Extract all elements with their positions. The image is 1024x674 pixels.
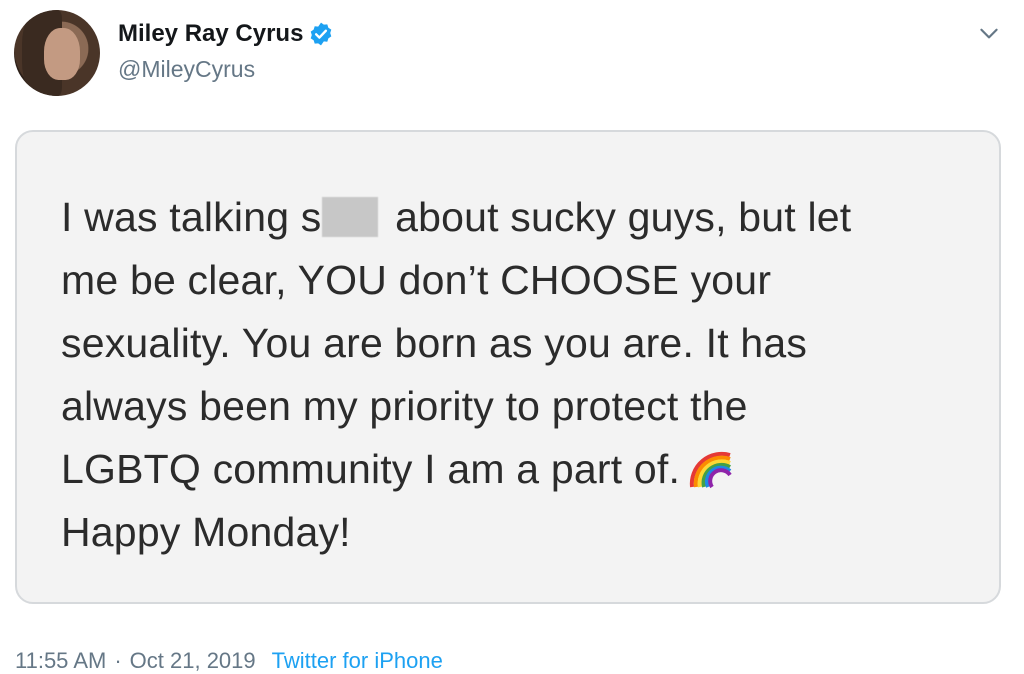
tweet-text-line1-end: about sucky guys, but let — [383, 194, 852, 240]
tweet-text-line6: Happy Monday! — [61, 509, 351, 555]
tweet-time[interactable]: 11:55 AM — [15, 648, 106, 673]
tweet-text-middle: me be clear, YOU don’t CHOOSE your sexua… — [61, 257, 808, 429]
author-handle[interactable]: @MileyCyrus — [118, 56, 255, 83]
footer-separator: · — [114, 648, 122, 673]
tweet-date[interactable]: Oct 21, 2019 — [130, 648, 256, 673]
tweet-text-line5: LGBTQ community I am a part of. — [61, 446, 681, 492]
tweet-card: I was talking s about sucky guys, but le… — [15, 130, 1001, 604]
censor-block — [321, 197, 378, 237]
author-display-name[interactable]: Miley Ray Cyrus — [118, 20, 303, 48]
tweet-source-link[interactable]: Twitter for iPhone — [272, 648, 443, 673]
rainbow-icon — [689, 451, 732, 489]
verified-badge-icon — [311, 22, 332, 46]
tweet-text: I was talking s about sucky guys, but le… — [61, 186, 961, 564]
tweet-footer: 11:55 AM · Oct 21, 2019 Twitter for iPhone — [15, 648, 443, 674]
avatar-face — [44, 28, 80, 80]
tweet-text-line1-start: I was talking s — [61, 194, 322, 240]
author-name-row: Miley Ray Cyrus — [118, 20, 334, 48]
avatar[interactable] — [14, 10, 100, 96]
chevron-down-icon[interactable] — [976, 20, 1002, 46]
